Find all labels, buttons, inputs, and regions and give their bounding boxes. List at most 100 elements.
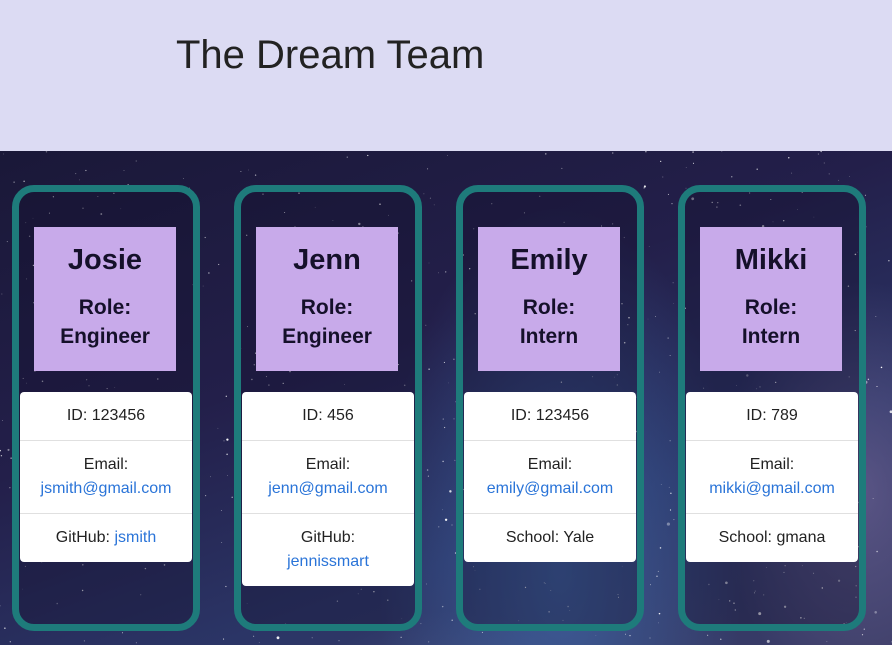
- member-name: Emily: [510, 244, 588, 276]
- star: [447, 155, 448, 156]
- star: [766, 639, 770, 643]
- star: [2, 420, 3, 421]
- star: [208, 272, 210, 274]
- star: [861, 634, 864, 636]
- id-value: 456: [327, 407, 354, 424]
- github-label: GitHub:: [55, 529, 110, 546]
- star: [231, 496, 233, 499]
- email-label: Email:: [305, 456, 351, 473]
- email-link[interactable]: jenn@gmail.com: [268, 480, 387, 497]
- card-header: Emily Role: Intern: [478, 227, 620, 371]
- star: [444, 518, 448, 521]
- star: [731, 176, 733, 178]
- star: [438, 272, 440, 274]
- id-label: ID:: [66, 407, 88, 424]
- email-row: Email: jsmith@gmail.com: [20, 440, 192, 513]
- star: [23, 180, 25, 182]
- star: [85, 169, 87, 172]
- star: [658, 612, 661, 615]
- team-card-josie: Josie Role: Engineer ID: 123456 Email: j…: [12, 185, 200, 631]
- team-card-emily: Emily Role: Intern ID: 123456 Email: emi…: [456, 185, 644, 631]
- email-label: Email:: [749, 456, 795, 473]
- star: [659, 371, 660, 373]
- star: [721, 151, 723, 152]
- star: [660, 160, 662, 162]
- id-row: ID: 123456: [20, 392, 192, 440]
- card-info-list: ID: 789 Email: mikki@gmail.com School: g…: [686, 392, 858, 562]
- star: [657, 570, 659, 572]
- star: [4, 627, 6, 629]
- star: [453, 418, 455, 420]
- id-label: ID:: [302, 407, 323, 424]
- star: [225, 585, 227, 588]
- star: [45, 151, 48, 153]
- id-value: 789: [771, 407, 798, 424]
- star: [756, 168, 758, 171]
- id-row: ID: 123456: [464, 392, 636, 440]
- star: [400, 636, 402, 638]
- star: [425, 324, 427, 326]
- star: [9, 487, 11, 489]
- star: [258, 642, 260, 643]
- star: [223, 638, 225, 640]
- star: [875, 315, 877, 318]
- star: [311, 637, 313, 639]
- star: [218, 263, 220, 266]
- github-link[interactable]: jsmith: [114, 529, 156, 546]
- star: [423, 193, 425, 195]
- star: [221, 542, 223, 543]
- star: [9, 641, 11, 643]
- school-row: School: gmana: [686, 513, 858, 562]
- id-row: ID: 789: [686, 392, 858, 440]
- star: [75, 173, 77, 175]
- star: [448, 382, 449, 384]
- star: [685, 167, 687, 168]
- school-row: School: Yale: [464, 513, 636, 562]
- star: [433, 204, 435, 206]
- star: [226, 453, 228, 456]
- star: [649, 637, 651, 639]
- star: [209, 476, 211, 478]
- star: [254, 174, 257, 176]
- star: [428, 262, 430, 264]
- star: [874, 611, 877, 614]
- email-label: Email:: [83, 456, 129, 473]
- page-title: The Dream Team: [176, 33, 485, 77]
- star: [692, 162, 695, 164]
- card-info-list: ID: 123456 Email: jsmith@gmail.com GitHu…: [20, 392, 192, 562]
- star: [647, 318, 649, 320]
- star: [225, 395, 227, 397]
- star: [848, 176, 850, 177]
- star: [135, 160, 137, 162]
- star: [427, 475, 429, 477]
- star: [788, 157, 790, 159]
- star: [420, 623, 422, 625]
- star: [226, 438, 229, 441]
- star: [672, 282, 674, 284]
- star: [7, 448, 10, 451]
- email-row: Email: emily@gmail.com: [464, 440, 636, 513]
- star: [1, 293, 3, 295]
- id-label: ID:: [746, 407, 767, 424]
- star: [443, 426, 446, 429]
- star: [823, 162, 825, 164]
- email-link[interactable]: mikki@gmail.com: [709, 480, 835, 497]
- star: [135, 642, 137, 644]
- member-role: Role: Engineer: [256, 293, 398, 351]
- star: [671, 203, 673, 205]
- role-value: Intern: [519, 325, 579, 348]
- star: [0, 449, 1, 452]
- star: [692, 151, 695, 154]
- star: [438, 526, 440, 528]
- member-role: Role: Intern: [700, 293, 842, 351]
- star: [595, 635, 597, 636]
- team-card-mikki: Mikki Role: Intern ID: 789 Email: mikki@…: [678, 185, 866, 631]
- star: [442, 509, 443, 511]
- star: [838, 179, 840, 181]
- card-info-list: ID: 456 Email: jenn@gmail.com GitHub: je…: [242, 392, 414, 586]
- star: [253, 635, 255, 637]
- email-link[interactable]: emily@gmail.com: [487, 480, 613, 497]
- card-info-list: ID: 123456 Email: emily@gmail.com School…: [464, 392, 636, 562]
- github-link[interactable]: jennissmart: [287, 553, 369, 570]
- email-link[interactable]: jsmith@gmail.com: [41, 480, 172, 497]
